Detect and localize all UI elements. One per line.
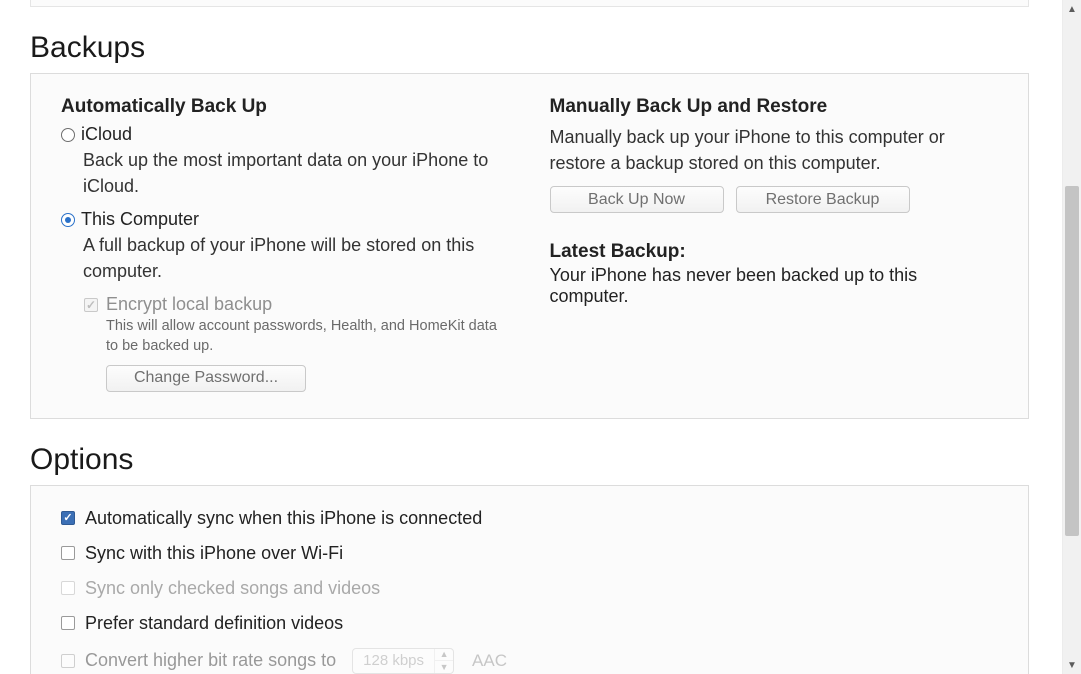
- encrypt-local-backup-checkbox[interactable]: ✓ Encrypt local backup: [84, 294, 510, 315]
- encrypt-checkbox-indicator: ✓: [84, 298, 98, 312]
- scrollbar-thumb[interactable]: [1065, 186, 1079, 536]
- backups-panel: Automatically Back Up iCloud Back up the…: [30, 73, 1029, 419]
- manual-backup-desc: Manually back up your iPhone to this com…: [550, 124, 999, 176]
- radio-this-computer-indicator: [61, 213, 75, 227]
- auto-backup-column: Automatically Back Up iCloud Back up the…: [61, 96, 510, 392]
- radio-this-computer-label: This Computer: [81, 209, 199, 230]
- backups-section-title: Backups: [30, 31, 1059, 65]
- manual-backup-heading: Manually Back Up and Restore: [550, 96, 999, 118]
- radio-icloud[interactable]: iCloud: [61, 124, 510, 145]
- vertical-scrollbar[interactable]: ▲ ▼: [1062, 0, 1081, 674]
- latest-backup-heading: Latest Backup:: [550, 241, 999, 263]
- option-sd-videos-label: Prefer standard definition videos: [85, 613, 343, 634]
- option-sd-videos-checkbox: [61, 616, 75, 630]
- change-password-button[interactable]: Change Password...: [106, 365, 306, 392]
- scrollbar-up-button[interactable]: ▲: [1063, 0, 1081, 18]
- radio-this-computer-desc: A full backup of your iPhone will be sto…: [83, 232, 510, 284]
- option-checked-only: Sync only checked songs and videos: [61, 578, 998, 599]
- latest-backup-desc: Your iPhone has never been backed up to …: [550, 265, 999, 307]
- restore-backup-button[interactable]: Restore Backup: [736, 186, 910, 213]
- auto-backup-heading: Automatically Back Up: [61, 96, 510, 118]
- chevron-down-icon[interactable]: ▼: [435, 660, 453, 673]
- previous-panel-edge: [30, 0, 1029, 7]
- option-wifi-sync-checkbox: [61, 546, 75, 560]
- bitrate-value: 128 kbps: [353, 649, 434, 673]
- chevron-up-icon[interactable]: ▲: [435, 649, 453, 661]
- scrollbar-down-button[interactable]: ▼: [1063, 656, 1081, 674]
- settings-window: Backups Automatically Back Up iCloud Bac…: [0, 0, 1081, 674]
- option-checked-only-checkbox: [61, 581, 75, 595]
- option-checked-only-label: Sync only checked songs and videos: [85, 578, 380, 599]
- radio-this-computer[interactable]: This Computer: [61, 209, 510, 230]
- option-bitrate-label: Convert higher bit rate songs to: [85, 650, 336, 671]
- bitrate-suffix: AAC: [472, 651, 507, 671]
- option-bitrate-checkbox: [61, 654, 75, 668]
- content-area: Backups Automatically Back Up iCloud Bac…: [0, 0, 1059, 674]
- manual-backup-column: Manually Back Up and Restore Manually ba…: [550, 96, 999, 392]
- radio-icloud-desc: Back up the most important data on your …: [83, 147, 510, 199]
- radio-icloud-label: iCloud: [81, 124, 132, 145]
- option-wifi-sync[interactable]: Sync with this iPhone over Wi-Fi: [61, 543, 998, 564]
- options-panel: ✓ Automatically sync when this iPhone is…: [30, 485, 1029, 674]
- radio-icloud-indicator: [61, 128, 75, 142]
- option-auto-sync-checkbox: ✓: [61, 511, 75, 525]
- option-wifi-sync-label: Sync with this iPhone over Wi-Fi: [85, 543, 343, 564]
- option-sd-videos[interactable]: Prefer standard definition videos: [61, 613, 998, 634]
- encrypt-checkbox-label: Encrypt local backup: [106, 294, 272, 315]
- option-auto-sync[interactable]: ✓ Automatically sync when this iPhone is…: [61, 508, 998, 529]
- option-bitrate[interactable]: Convert higher bit rate songs to 128 kbp…: [61, 648, 998, 674]
- option-auto-sync-label: Automatically sync when this iPhone is c…: [85, 508, 482, 529]
- scrollbar-track[interactable]: [1063, 18, 1081, 656]
- options-section-title: Options: [30, 443, 1059, 477]
- encrypt-desc: This will allow account passwords, Healt…: [106, 317, 506, 356]
- bitrate-stepper-arrows: ▲ ▼: [434, 649, 453, 673]
- back-up-now-button[interactable]: Back Up Now: [550, 186, 724, 213]
- bitrate-stepper[interactable]: 128 kbps ▲ ▼: [352, 648, 454, 674]
